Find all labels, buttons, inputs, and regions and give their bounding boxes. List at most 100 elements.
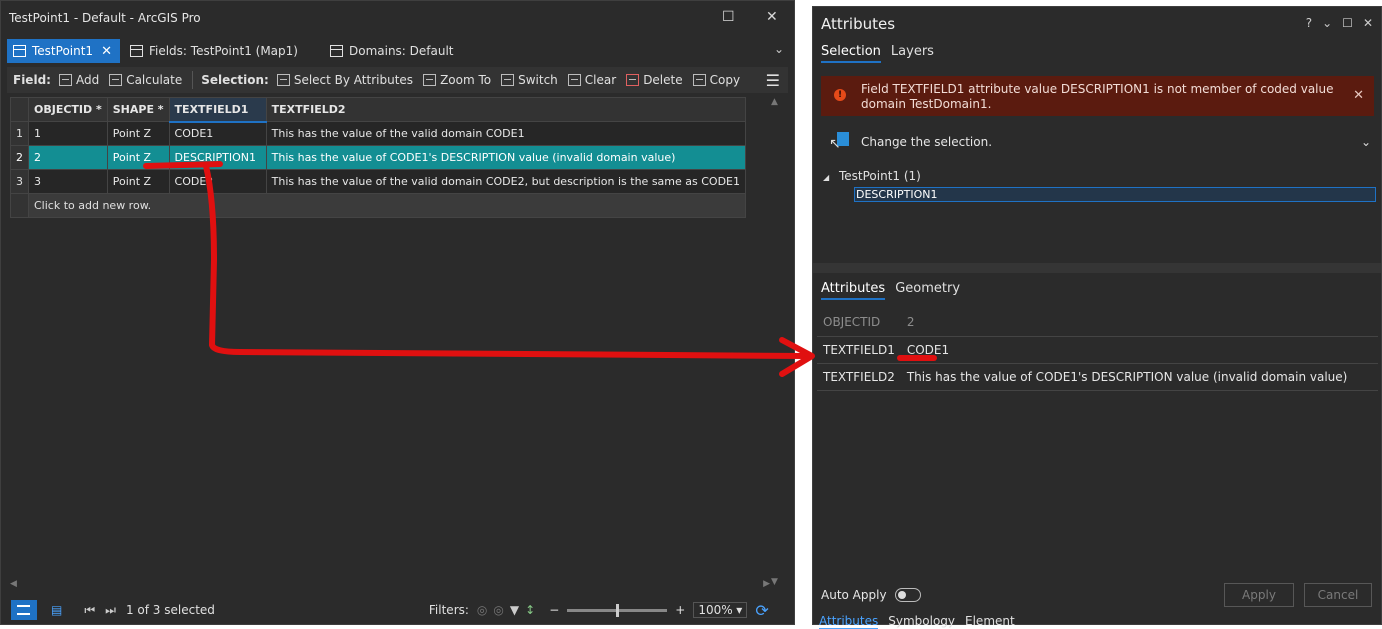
auto-apply: Auto Apply [821,588,921,602]
attribute-row[interactable]: TEXTFIELD1 CODE1 [817,336,1378,364]
textfield2-value[interactable]: This has the value of CODE1's DESCRIPTIO… [900,363,1378,391]
textfield1-value[interactable]: CODE1 [900,336,1378,364]
bottom-tab-element[interactable]: Element [965,614,1015,629]
table-status-bar: ▤ ⏮ ⏭ 1 of 3 selected Filters: ◎ ◎ ▼ ↕ −… [7,598,788,622]
tab-fields[interactable]: Fields: TestPoint1 (Map1) [124,39,306,63]
auto-apply-label: Auto Apply [821,588,887,602]
maximize-icon[interactable]: ☐ [722,9,735,25]
tab-selection[interactable]: Selection [821,44,881,63]
cancel-button[interactable]: Cancel [1304,583,1372,607]
add-row-label[interactable]: Click to add new row. [28,193,746,218]
definition-filter-icon[interactable]: ▼ [510,603,519,617]
header-objectid[interactable]: OBJECTID * [28,97,108,122]
help-icon[interactable]: ? [1306,16,1312,30]
refresh-icon[interactable]: ⟳ [755,601,768,620]
tab-layers[interactable]: Layers [891,44,934,63]
attributes-pane: Attributes ? ⌄ ☐ ✕ Selection Layers ! Fi… [812,6,1382,629]
tab-geometry[interactable]: Geometry [895,281,960,300]
header-textfield2[interactable]: TEXTFIELD2 [265,97,747,122]
zoom-to-icon [423,74,437,86]
add-field-icon [58,74,72,86]
range-filter-icon[interactable]: ↕ [525,603,535,617]
show-selected-icon[interactable]: ▤ [51,603,62,617]
attribute-table: OBJECTID * SHAPE * TEXTFIELD1 TEXTFIELD2… [10,97,747,218]
tree-layer-label[interactable]: TestPoint1 (1) [839,169,921,183]
extent-filter-icon[interactable]: ◎ [477,603,487,617]
maximize-icon[interactable]: ☐ [1342,16,1353,30]
selection-tabs: Selection Layers [821,44,934,63]
zoom-in-icon[interactable]: + [675,603,685,617]
last-record-icon[interactable]: ⏭ [105,603,116,618]
dismiss-error-icon[interactable]: ✕ [1353,88,1364,103]
add-field-button[interactable]: Add [58,73,99,87]
select-by-attributes-button[interactable]: Select By Attributes [276,73,413,87]
header-textfield1[interactable]: TEXTFIELD1 [168,97,267,123]
field-label: Field: [13,73,51,87]
left-titlebar: TestPoint1 - Default - ArcGIS Pro ☐ ✕ [1,1,794,35]
horizontal-scrollbar[interactable]: ◀ ▶ [10,579,770,591]
attribute-table-window: TestPoint1 - Default - ArcGIS Pro ☐ ✕ Te… [0,0,795,625]
filters-label: Filters: [428,603,469,617]
selection-tree: ◢ TestPoint1 (1) [823,169,921,183]
pane-bottom-tabs: Attributes Symbology Element [819,614,1015,629]
cursor-select-icon: ↖ [829,132,851,152]
tab-domains[interactable]: Domains: Default [324,39,462,63]
switch-button[interactable]: Switch [501,73,558,87]
selection-label: Selection: [201,73,269,87]
pane-controls: ? ⌄ ☐ ✕ [1306,16,1373,30]
bottom-tab-attributes[interactable]: Attributes [819,614,879,629]
add-row[interactable]: Click to add new row. [10,193,746,218]
change-selection-row[interactable]: ↖ Change the selection. [829,132,992,152]
fields-icon [129,45,143,57]
calculate-button[interactable]: Calculate [109,73,182,87]
table-row[interactable]: 1 1 Point Z CODE1 This has the value of … [10,121,747,146]
chevron-down-icon[interactable]: ⌄ [774,42,784,56]
error-message: ! Field TEXTFIELD1 attribute value DESCR… [821,76,1374,116]
zoom-slider[interactable] [567,603,668,617]
attribute-tabs: Attributes Geometry [821,281,960,300]
menu-icon[interactable]: ☰ [766,71,780,90]
tree-feature-item[interactable]: DESCRIPTION1 [854,187,1376,202]
tab-attributes[interactable]: Attributes [821,281,886,300]
first-record-icon[interactable]: ⏮ [84,603,95,618]
close-icon[interactable]: ✕ [766,9,778,25]
show-all-records-icon[interactable] [11,600,37,620]
close-icon[interactable]: ✕ [1363,16,1373,30]
calculator-icon [109,74,123,86]
copy-button[interactable]: Copy [692,73,740,87]
select-all-corner[interactable] [10,97,29,122]
table-toolbar: Field: Add Calculate Selection: Select B… [7,67,788,93]
pane-divider[interactable] [813,263,1381,273]
bottom-tab-symbology[interactable]: Symbology [888,614,955,629]
tree-collapse-icon[interactable]: ◢ [823,173,829,182]
zoom-out-icon[interactable]: − [549,603,559,617]
error-text: Field TEXTFIELD1 attribute value DESCRIP… [861,82,1334,111]
attribute-row[interactable]: TEXTFIELD2 This has the value of CODE1's… [817,363,1378,391]
tab-close-icon[interactable]: ✕ [101,44,112,59]
apply-button[interactable]: Apply [1224,583,1294,607]
selection-count: 1 of 3 selected [125,603,215,617]
clear-button[interactable]: Clear [567,73,616,87]
table-header-row: OBJECTID * SHAPE * TEXTFIELD1 TEXTFIELD2 [10,97,747,123]
switch-icon [501,74,515,86]
attribute-row[interactable]: OBJECTID 2 [817,309,1378,337]
delete-icon [626,74,640,86]
chevron-down-icon[interactable]: ⌄ [1361,135,1371,149]
vertical-scrollbar[interactable]: ▲ ▼ [769,97,783,587]
time-filter-icon[interactable]: ◎ [493,603,503,617]
view-tabs: TestPoint1 ✕ Fields: TestPoint1 (Map1) D… [7,39,794,63]
table-icon [13,45,26,57]
pane-menu-icon[interactable]: ⌄ [1322,16,1332,30]
header-shape[interactable]: SHAPE * [106,97,170,122]
tab-testpoint1[interactable]: TestPoint1 ✕ [7,39,120,63]
table-row-selected[interactable]: 2 2 Point Z DESCRIPTION1 This has the va… [10,145,747,170]
zoom-select[interactable]: 100% ▾ [693,602,748,618]
domains-icon [329,45,343,57]
select-by-attributes-icon [276,74,290,86]
table-row[interactable]: 3 3 Point Z CODE2 This has the value of … [10,169,747,194]
delete-button[interactable]: Delete [626,73,683,87]
auto-apply-toggle[interactable] [894,588,921,602]
zoom-to-button[interactable]: Zoom To [423,73,491,87]
dropdown-arrow-icon: ▾ [736,603,743,617]
clear-icon [567,74,581,86]
